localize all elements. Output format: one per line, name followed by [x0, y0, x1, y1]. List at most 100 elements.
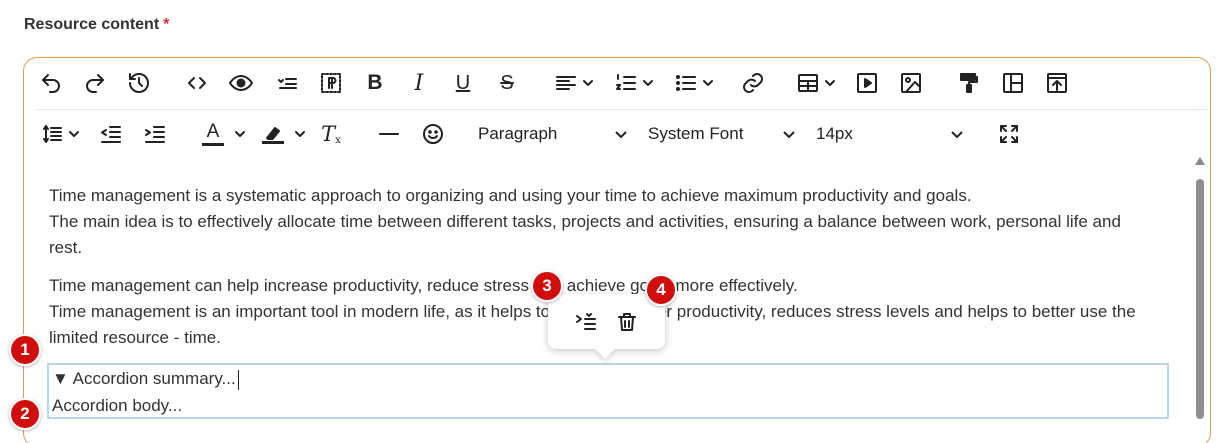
chevron-down-icon — [783, 131, 795, 139]
history-icon — [129, 73, 149, 93]
chevron-down-icon — [615, 131, 627, 139]
preview-icon — [229, 75, 253, 91]
more-list-button[interactable] — [272, 66, 302, 100]
italic-button[interactable]: I — [404, 66, 434, 100]
history-button[interactable] — [124, 66, 154, 100]
numbered-list-icon — [616, 74, 636, 90]
show-blocks-icon — [321, 73, 341, 93]
horizontal-line-icon — [379, 133, 399, 135]
clear-formatting-button[interactable]: Tx — [316, 117, 346, 151]
toolbar-row-2: A Tx Paragraph System Font 14px — [36, 109, 1024, 159]
horizontal-line-button[interactable] — [374, 117, 404, 151]
rich-text-editor[interactable]: B I U S A T x Paragraph System Font 14px… — [23, 57, 1211, 443]
template-icon — [1003, 73, 1023, 93]
delete-accordion-button[interactable] — [612, 305, 642, 339]
emoji-icon — [423, 124, 443, 144]
media-icon — [857, 73, 877, 93]
chevron-down-icon — [825, 80, 835, 86]
emoji-button[interactable] — [418, 117, 448, 151]
show-blocks-button[interactable] — [316, 66, 346, 100]
line-height-dropdown[interactable] — [36, 117, 84, 151]
line-height-icon — [43, 125, 62, 143]
source-code-icon — [188, 77, 206, 89]
clear-formatting-x: x — [335, 134, 341, 146]
accordion-block[interactable]: ▼ Accordion summary... Accordion body... — [47, 363, 1169, 419]
resource-content-label: Resource content * — [24, 16, 169, 34]
font-family-value: System Font — [648, 124, 744, 143]
link-icon — [743, 73, 763, 93]
bulleted-list-icon — [676, 75, 696, 91]
chevron-down-icon — [583, 80, 593, 86]
chevron-down-icon — [295, 131, 305, 137]
chevron-down-icon — [703, 80, 713, 86]
strikethrough-button[interactable]: S — [492, 66, 522, 100]
accordion-toggle-icon — [576, 312, 597, 330]
underline-button[interactable]: U — [448, 66, 478, 100]
insert-media-button[interactable] — [852, 66, 882, 100]
block-format-value: Paragraph — [478, 124, 558, 143]
align-left-icon — [556, 76, 576, 90]
align-dropdown[interactable] — [550, 66, 598, 100]
block-format-select[interactable]: Paragraph — [478, 117, 628, 151]
accordion-summary-text: ▼ Accordion summary... — [52, 369, 236, 388]
accordion-summary[interactable]: ▼ Accordion summary... — [52, 368, 239, 390]
font-family-select[interactable]: System Font — [648, 117, 796, 151]
highlight-color-dropdown[interactable] — [258, 117, 310, 151]
preview-button[interactable] — [224, 66, 258, 100]
chevron-down-icon — [951, 131, 963, 139]
format-painter-button[interactable] — [954, 66, 984, 100]
chevron-down-icon — [235, 131, 245, 137]
bulleted-list-dropdown[interactable] — [670, 66, 718, 100]
redo-button[interactable] — [80, 66, 110, 100]
indent-icon — [145, 126, 165, 143]
fullscreen-icon — [1000, 125, 1018, 143]
table-dropdown[interactable] — [792, 66, 840, 100]
text-color-icon: A — [202, 120, 224, 146]
chevron-down-icon — [643, 80, 653, 86]
outdent-button[interactable] — [96, 117, 126, 151]
table-icon — [798, 74, 818, 92]
redo-icon — [86, 74, 104, 93]
paragraph-1-line-1: Time management is a systematic approach… — [49, 186, 972, 205]
annotation-badge-3: 3 — [531, 270, 563, 302]
text-cursor — [237, 369, 239, 390]
font-size-select[interactable]: 14px — [816, 117, 964, 151]
fullscreen-button[interactable] — [994, 117, 1024, 151]
indent-button[interactable] — [140, 117, 170, 151]
scroll-up-arrow-icon[interactable] — [1195, 157, 1205, 165]
toolbar-row-1: B I U S — [36, 58, 1072, 108]
annotation-badge-1: 1 — [9, 334, 41, 366]
toggle-accordion-button[interactable] — [571, 305, 601, 339]
font-size-value: 14px — [816, 124, 853, 143]
more-list-icon — [278, 78, 297, 89]
scrollbar-thumb[interactable] — [1196, 179, 1204, 419]
bold-button[interactable]: B — [360, 66, 390, 100]
insert-image-button[interactable] — [896, 66, 926, 100]
format-painter-icon — [960, 73, 978, 93]
vertical-scrollbar[interactable] — [1194, 157, 1206, 419]
label-text: Resource content — [24, 16, 160, 33]
trash-icon — [617, 312, 636, 331]
source-code-button[interactable] — [182, 66, 212, 100]
upload-button[interactable] — [1042, 66, 1072, 100]
undo-icon — [42, 74, 60, 93]
template-button[interactable] — [998, 66, 1028, 100]
annotation-badge-2: 2 — [9, 398, 41, 430]
accordion-context-toolbar — [548, 294, 665, 349]
accordion-body[interactable]: Accordion body... — [52, 395, 182, 417]
undo-button[interactable] — [36, 66, 66, 100]
clear-formatting-icon: T — [321, 122, 336, 146]
numbered-list-dropdown[interactable] — [610, 66, 658, 100]
annotation-badge-4: 4 — [645, 274, 677, 306]
text-color-glyph: A — [206, 120, 220, 142]
link-button[interactable] — [738, 66, 768, 100]
outdent-icon — [101, 126, 121, 143]
paragraph-1: Time management is a systematic approach… — [49, 183, 1149, 261]
text-color-dropdown[interactable]: A — [198, 117, 250, 151]
paragraph-1-line-2: The main idea is to effectively allocate… — [49, 212, 1121, 257]
chevron-down-icon — [69, 131, 79, 137]
required-marker: * — [163, 16, 170, 33]
upload-icon — [1047, 73, 1067, 93]
highlight-icon — [262, 124, 284, 144]
paragraph-2-line-1: Time management can help increase produc… — [49, 276, 798, 295]
